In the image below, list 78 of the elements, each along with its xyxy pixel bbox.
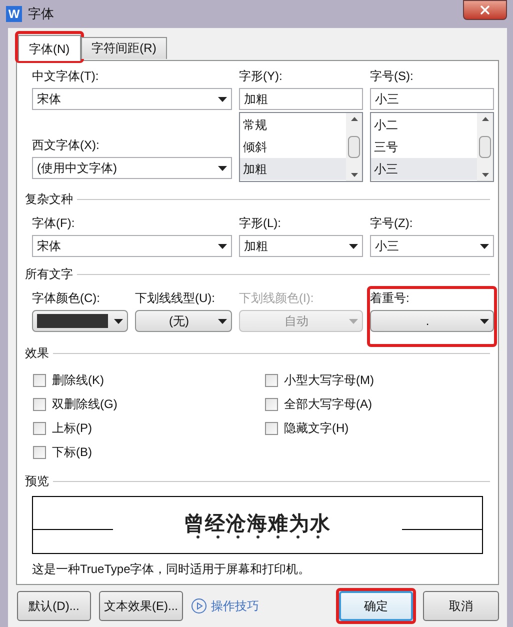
tips-link[interactable]: 操作技巧 [211, 597, 259, 615]
scroll-up-icon[interactable] [350, 117, 358, 121]
dropdown[interactable]: (无) [135, 310, 232, 332]
ok-button[interactable]: 确定 [339, 591, 413, 621]
field-label: 西文字体(X): [32, 137, 100, 154]
play-circle-icon [191, 598, 207, 614]
field-label: 着重号: [370, 290, 410, 307]
section-title: 效果 [25, 345, 49, 362]
checkbox-label: 全部大写字母(A) [284, 396, 372, 413]
text-effects-button[interactable]: 文本效果(E)... [99, 591, 183, 621]
checkbox[interactable] [33, 446, 46, 458]
list-item[interactable]: 常规 [240, 114, 346, 136]
dropdown-caret-icon [480, 244, 489, 248]
cancel-button[interactable]: 取消 [423, 591, 499, 621]
scrollbar[interactable] [346, 113, 362, 181]
checkbox-label: 删除线(K) [52, 372, 104, 389]
dropdown-caret-icon [218, 96, 227, 102]
field-label: 字号(Z): [370, 215, 414, 232]
tab[interactable]: 字体(N) [18, 35, 81, 61]
scroll-thumb[interactable] [479, 136, 491, 158]
dropdown-caret-icon [349, 244, 358, 248]
checkbox-label: 双删除线(G) [52, 396, 118, 413]
window-title: 字体 [28, 5, 54, 24]
close-button[interactable] [463, 0, 507, 20]
dropdown-caret-icon [480, 318, 489, 324]
dropdown[interactable]: 加粗 [239, 235, 363, 257]
scroll-down-icon[interactable] [350, 173, 358, 177]
section-title: 预览 [25, 473, 49, 490]
section-title: 所有文字 [25, 266, 73, 283]
dropdown[interactable]: 宋体 [32, 235, 232, 257]
list-box[interactable]: 常规 倾斜 加粗 [239, 112, 363, 182]
field-label: 下划线线型(U): [135, 290, 216, 307]
list-item[interactable]: 小二 [371, 114, 477, 136]
checkbox[interactable] [33, 422, 46, 434]
tab[interactable]: 字符间距(R) [80, 36, 168, 58]
list-item[interactable]: 小三 [371, 158, 477, 180]
scroll-up-icon[interactable] [482, 117, 488, 121]
dropdown[interactable]: 宋体 [32, 88, 232, 110]
default-button[interactable]: 默认(D)... [17, 591, 91, 621]
checkbox-label: 上标(P) [52, 420, 92, 437]
field-label: 字号(S): [370, 68, 414, 85]
size-field[interactable]: 小三 [370, 88, 494, 110]
dropdown-caret-icon [114, 318, 123, 324]
close-icon [478, 3, 492, 17]
checkbox[interactable] [265, 398, 278, 410]
dropdown[interactable]: (使用中文字体) [32, 157, 232, 179]
field-label: 字体颜色(C): [32, 290, 101, 307]
field-label: 字形(L): [239, 215, 282, 232]
field-label: 中文字体(T): [32, 68, 100, 85]
checkbox[interactable] [33, 374, 46, 386]
dropdown-caret-icon [218, 166, 227, 170]
list-item[interactable]: 加粗 [240, 158, 346, 180]
field-label: 字形(Y): [239, 68, 284, 85]
section-title: 复杂文种 [25, 191, 73, 208]
scroll-down-icon[interactable] [482, 173, 488, 177]
checkbox-label: 小型大写字母(M) [284, 372, 374, 389]
scrollbar[interactable] [477, 113, 493, 181]
app-logo-icon: W [6, 6, 22, 22]
checkbox-label: 下标(B) [52, 444, 92, 461]
font-description: 这是一种TrueType字体，同时适用于屏幕和打印机。 [32, 561, 312, 578]
dropdown[interactable]: . [370, 310, 494, 332]
checkbox-label: 隐藏文字(H) [284, 420, 349, 437]
style-field[interactable]: 加粗 [239, 88, 363, 110]
field-label: 下划线颜色(I): [239, 290, 315, 307]
dropdown-caret-icon [349, 318, 358, 324]
checkbox[interactable] [265, 422, 278, 434]
checkbox[interactable] [265, 374, 278, 386]
dropdown-caret-icon [218, 244, 227, 248]
list-item[interactable]: 三号 [371, 136, 477, 158]
field-label: 字体(F): [32, 215, 76, 232]
color-dropdown[interactable] [32, 310, 128, 332]
checkbox[interactable] [33, 398, 46, 410]
preview-text: 曾经沧海难为水 [184, 511, 331, 535]
dropdown[interactable]: 小三 [370, 235, 494, 257]
list-item[interactable]: 倾斜 [240, 136, 346, 158]
scroll-thumb[interactable] [348, 136, 360, 158]
dropdown-caret-icon [218, 318, 227, 324]
list-box[interactable]: 小二 三号 小三 [370, 112, 494, 182]
